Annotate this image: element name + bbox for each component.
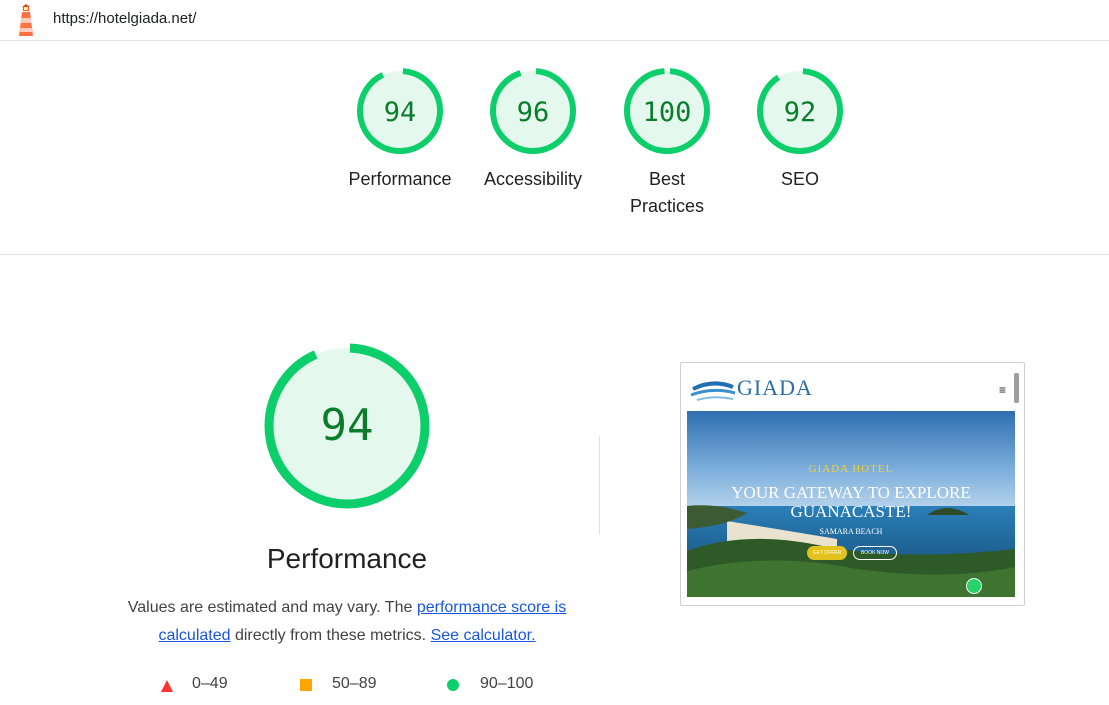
gauge-best-practices[interactable]: 100 Best Practices (607, 66, 727, 220)
score-ring: 96 (490, 68, 576, 154)
gauge-seo[interactable]: 92 SEO (740, 66, 860, 193)
hero-title: YOUR GATEWAY TO EXPLORE GUANACASTE! (731, 483, 971, 521)
hero-image: GIADA HOTEL YOUR GATEWAY TO EXPLORE GUAN… (687, 411, 1015, 597)
page-url[interactable]: https://hotelgiada.net/ (53, 10, 196, 27)
whatsapp-icon (966, 578, 982, 594)
legend-range: 0–49 (192, 675, 228, 692)
score-ring: 94 (357, 68, 443, 154)
get-offer-button: GET OFFER (807, 546, 847, 560)
vertical-separator (599, 436, 600, 534)
performance-score-value: 94 (321, 400, 374, 451)
scrollbar-thumb (1014, 373, 1019, 403)
gauge-label: Accessibility (483, 169, 583, 189)
red-triangle-icon (161, 680, 173, 692)
orange-square-icon (300, 679, 312, 691)
legend-range: 90–100 (480, 675, 534, 692)
score-ring: 100 (624, 68, 710, 154)
score-value: 96 (517, 97, 550, 128)
hero-subtitle: GIADA HOTEL (808, 463, 894, 475)
green-circle-icon (447, 679, 459, 691)
hero-location: SAMARA BEACH (819, 527, 883, 536)
brand-name: GIADA (737, 375, 813, 400)
lighthouse-icon (19, 4, 33, 36)
gauge-accessibility[interactable]: 96 Accessibility (473, 66, 593, 193)
description-text-middle: directly from these metrics. (230, 627, 431, 644)
description-text: Values are estimated and may vary. The (127, 599, 417, 616)
score-ring: 92 (757, 68, 843, 154)
gauge-label: Performance (348, 169, 452, 189)
book-now-button: BOOK NOW (853, 546, 897, 560)
final-screenshot[interactable]: GIADA ≡ GIADA HOTEL YOUR GATEWAY TO EXPL… (680, 362, 1025, 606)
legend-range: 50–89 (332, 675, 377, 692)
performance-title: Performance (266, 543, 428, 574)
hamburger-icon: ≡ (999, 383, 1007, 397)
score-value: 92 (784, 97, 817, 128)
category-gauges: 94 Performance 96 Accessibility 100 Best… (0, 66, 1109, 256)
see-calculator-link[interactable]: See calculator. (431, 627, 536, 644)
performance-gauge: 94 (262, 340, 432, 512)
gauge-label: SEO (780, 169, 819, 189)
score-value: 100 (643, 97, 692, 128)
performance-score-ring: 94 (264, 343, 430, 509)
performance-description: Values are estimated and may vary. The p… (110, 594, 584, 650)
section-divider (0, 254, 1109, 255)
report-header: https://hotelgiada.net/ (0, 0, 1109, 41)
score-value: 94 (384, 97, 417, 128)
gauge-label: Best Practices (629, 169, 705, 216)
gauge-performance[interactable]: 94 Performance (340, 66, 460, 193)
score-legend: 0–49 50–89 90–100 (0, 675, 600, 697)
